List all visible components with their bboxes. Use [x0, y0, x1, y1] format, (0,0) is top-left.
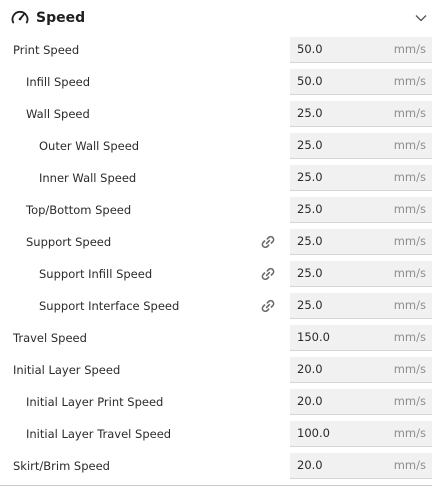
setting-label: Travel Speed — [13, 331, 87, 345]
setting-unit: mm/s — [393, 202, 426, 216]
setting-unit: mm/s — [393, 426, 426, 440]
setting-row: Skirt/Brim Speed 20.0 mm/s — [0, 450, 441, 482]
setting-input[interactable]: 50.0 mm/s — [290, 69, 432, 95]
setting-value: 25.0 — [297, 234, 323, 248]
setting-value: 25.0 — [297, 298, 323, 312]
setting-unit: mm/s — [393, 330, 426, 344]
setting-unit: mm/s — [393, 74, 426, 88]
setting-input[interactable]: 25.0 mm/s — [290, 197, 432, 223]
setting-input[interactable]: 25.0 mm/s — [290, 261, 432, 287]
setting-input[interactable]: 50.0 mm/s — [290, 37, 432, 63]
speed-settings-list: Print Speed 50.0 mm/s Infill Speed 50.0 … — [0, 34, 441, 482]
setting-label: Inner Wall Speed — [39, 171, 137, 185]
setting-input[interactable]: 25.0 mm/s — [290, 165, 432, 191]
setting-row: Support Interface Speed 25.0 mm/s — [0, 290, 441, 322]
setting-row: Top/Bottom Speed 25.0 mm/s — [0, 194, 441, 226]
setting-unit: mm/s — [393, 42, 426, 56]
setting-unit: mm/s — [393, 362, 426, 376]
setting-label: Top/Bottom Speed — [26, 203, 132, 217]
setting-input[interactable]: 25.0 mm/s — [290, 101, 432, 127]
setting-row: Inner Wall Speed 25.0 mm/s — [0, 162, 441, 194]
setting-input[interactable]: 25.0 mm/s — [290, 293, 432, 319]
setting-row: Outer Wall Speed 25.0 mm/s — [0, 130, 441, 162]
setting-input[interactable]: 100.0 mm/s — [290, 421, 432, 447]
setting-unit: mm/s — [393, 170, 426, 184]
setting-label: Initial Layer Speed — [13, 363, 121, 377]
setting-label: Initial Layer Travel Speed — [26, 427, 172, 441]
setting-label: Initial Layer Print Speed — [26, 395, 164, 409]
setting-input[interactable]: 25.0 mm/s — [290, 229, 432, 255]
setting-row: Initial Layer Travel Speed 100.0 mm/s — [0, 418, 441, 450]
setting-label: Print Speed — [13, 43, 80, 57]
setting-unit: mm/s — [393, 138, 426, 152]
setting-input[interactable]: 20.0 mm/s — [290, 357, 432, 383]
link-icon[interactable] — [259, 297, 277, 315]
setting-value: 25.0 — [297, 170, 323, 184]
setting-row: Support Infill Speed 25.0 mm/s — [0, 258, 441, 290]
setting-value: 25.0 — [297, 202, 323, 216]
setting-unit: mm/s — [393, 234, 426, 248]
setting-row: Initial Layer Print Speed 20.0 mm/s — [0, 386, 441, 418]
setting-input[interactable]: 150.0 mm/s — [290, 325, 432, 351]
setting-value: 100.0 — [297, 426, 330, 440]
setting-label: Wall Speed — [26, 107, 90, 121]
gauge-icon — [11, 10, 29, 24]
setting-row: Initial Layer Speed 20.0 mm/s — [0, 354, 441, 386]
link-icon[interactable] — [259, 233, 277, 251]
setting-value: 50.0 — [297, 42, 323, 56]
setting-value: 20.0 — [297, 458, 323, 472]
setting-unit: mm/s — [393, 298, 426, 312]
setting-row: Wall Speed 25.0 mm/s — [0, 98, 441, 130]
setting-input[interactable]: 20.0 mm/s — [290, 453, 432, 479]
setting-label: Support Infill Speed — [39, 267, 153, 281]
setting-label: Support Interface Speed — [39, 299, 180, 313]
setting-input[interactable]: 25.0 mm/s — [290, 133, 432, 159]
chevron-down-icon[interactable] — [412, 9, 430, 27]
setting-row: Support Speed 25.0 mm/s — [0, 226, 441, 258]
divider — [0, 485, 432, 486]
setting-value: 25.0 — [297, 138, 323, 152]
setting-input[interactable]: 20.0 mm/s — [290, 389, 432, 415]
speed-section-header[interactable]: Speed — [0, 0, 441, 34]
setting-row: Travel Speed 150.0 mm/s — [0, 322, 441, 354]
setting-value: 50.0 — [297, 74, 323, 88]
link-icon[interactable] — [259, 265, 277, 283]
setting-label: Infill Speed — [26, 75, 91, 89]
setting-row: Infill Speed 50.0 mm/s — [0, 66, 441, 98]
setting-label: Outer Wall Speed — [39, 139, 140, 153]
setting-unit: mm/s — [393, 106, 426, 120]
setting-value: 25.0 — [297, 266, 323, 280]
setting-unit: mm/s — [393, 458, 426, 472]
speed-settings-panel: Speed Print Speed 50.0 mm/s Infill Speed… — [0, 0, 441, 487]
setting-value: 150.0 — [297, 330, 330, 344]
setting-unit: mm/s — [393, 266, 426, 280]
setting-label: Skirt/Brim Speed — [13, 459, 110, 473]
setting-value: 20.0 — [297, 362, 323, 376]
section-title: Speed — [36, 10, 86, 26]
setting-unit: mm/s — [393, 394, 426, 408]
setting-value: 25.0 — [297, 106, 323, 120]
setting-value: 20.0 — [297, 394, 323, 408]
setting-row: Print Speed 50.0 mm/s — [0, 34, 441, 66]
setting-label: Support Speed — [26, 235, 112, 249]
